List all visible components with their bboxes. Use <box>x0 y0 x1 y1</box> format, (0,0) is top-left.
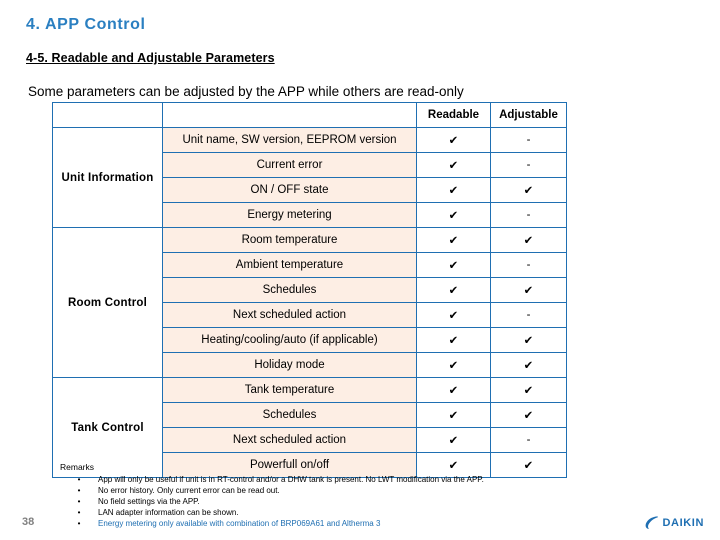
param-name: Energy metering <box>162 202 417 228</box>
remark-item: • Energy metering only available with co… <box>60 518 484 529</box>
readable-mark: ✔ <box>416 427 491 453</box>
bullet-icon: • <box>77 497 81 506</box>
adjustable-mark: ✔ <box>490 352 567 378</box>
readable-mark: ✔ <box>416 352 491 378</box>
param-name: ON / OFF state <box>162 177 417 203</box>
readable-mark: ✔ <box>416 227 491 253</box>
table-row: Tank Control Tank temperature ✔ ✔ <box>52 377 567 478</box>
readable-mark: ✔ <box>416 252 491 278</box>
adjustable-mark: - <box>490 127 567 153</box>
param-name: Holiday mode <box>162 352 417 378</box>
readable-mark: ✔ <box>416 152 491 178</box>
readable-mark: ✔ <box>416 202 491 228</box>
remarks-block: Remarks • App will only be useful if uni… <box>60 462 484 529</box>
daikin-wordmark: DAIKIN <box>662 516 704 529</box>
table-row: Unit Information Unit name, SW version, … <box>52 127 567 228</box>
slide: 4. APP Control 4-5. Readable and Adjusta… <box>0 0 720 540</box>
group-label-room-control: Room Control <box>52 227 163 378</box>
param-name: Schedules <box>162 402 417 428</box>
remark-item: • No error history. Only current error c… <box>60 485 484 496</box>
remark-text: No error history. Only current error can… <box>98 486 280 495</box>
param-name: Next scheduled action <box>162 302 417 328</box>
remark-text: LAN adapter information can be shown. <box>98 508 239 517</box>
bullet-icon: • <box>77 475 81 484</box>
bullet-icon: • <box>77 519 81 528</box>
param-name: Current error <box>162 152 417 178</box>
readable-mark: ✔ <box>416 177 491 203</box>
readable-mark: ✔ <box>416 302 491 328</box>
remark-text-highlight: Energy metering only available with comb… <box>98 519 381 528</box>
page-number: 38 <box>22 516 35 528</box>
table-header-row: Readable Adjustable <box>52 102 567 128</box>
param-name: Tank temperature <box>162 377 417 403</box>
remark-text: App will only be useful if unit is in RT… <box>98 475 484 484</box>
adjustable-mark: ✔ <box>490 277 567 303</box>
param-name: Unit name, SW version, EEPROM version <box>162 127 417 153</box>
daikin-mark-icon <box>644 515 659 530</box>
param-name: Schedules <box>162 277 417 303</box>
group-label-unit-information: Unit Information <box>52 127 163 228</box>
header-blank-group <box>52 102 163 128</box>
readable-mark: ✔ <box>416 277 491 303</box>
bullet-icon: • <box>77 486 81 495</box>
page-title: 4. APP Control <box>26 16 146 33</box>
param-name: Next scheduled action <box>162 427 417 453</box>
param-name: Ambient temperature <box>162 252 417 278</box>
remark-item: • LAN adapter information can be shown. <box>60 507 484 518</box>
readable-mark: ✔ <box>416 327 491 353</box>
adjustable-mark: - <box>490 152 567 178</box>
lead-paragraph: Some parameters can be adjusted by the A… <box>28 84 464 99</box>
adjustable-mark: ✔ <box>490 327 567 353</box>
header-adjustable: Adjustable <box>490 102 567 128</box>
adjustable-mark: ✔ <box>490 377 567 403</box>
adjustable-mark: - <box>490 202 567 228</box>
readable-mark: ✔ <box>416 377 491 403</box>
adjustable-mark: ✔ <box>490 402 567 428</box>
adjustable-mark: - <box>490 252 567 278</box>
header-blank-item <box>162 102 417 128</box>
adjustable-mark: ✔ <box>490 177 567 203</box>
adjustable-mark: - <box>490 427 567 453</box>
adjustable-mark: ✔ <box>490 227 567 253</box>
param-name: Heating/cooling/auto (if applicable) <box>162 327 417 353</box>
adjustable-mark: ✔ <box>490 452 567 478</box>
daikin-logo: DAIKIN <box>644 515 705 530</box>
table-row: Room Control Room temperature ✔ ✔ <box>52 227 567 378</box>
readable-mark: ✔ <box>416 127 491 153</box>
adjustable-mark: - <box>490 302 567 328</box>
remark-text: No field settings via the APP. <box>98 497 200 506</box>
remark-item: • App will only be useful if unit is in … <box>60 474 484 485</box>
readable-mark: ✔ <box>416 402 491 428</box>
header-readable: Readable <box>416 102 491 128</box>
parameters-table: Readable Adjustable Unit Information Uni… <box>52 102 567 478</box>
remark-item: • No field settings via the APP. <box>60 496 484 507</box>
remarks-label: Remarks <box>60 462 95 472</box>
section-subtitle: 4-5. Readable and Adjustable Parameters <box>26 51 275 65</box>
bullet-icon: • <box>77 508 81 517</box>
param-name: Room temperature <box>162 227 417 253</box>
